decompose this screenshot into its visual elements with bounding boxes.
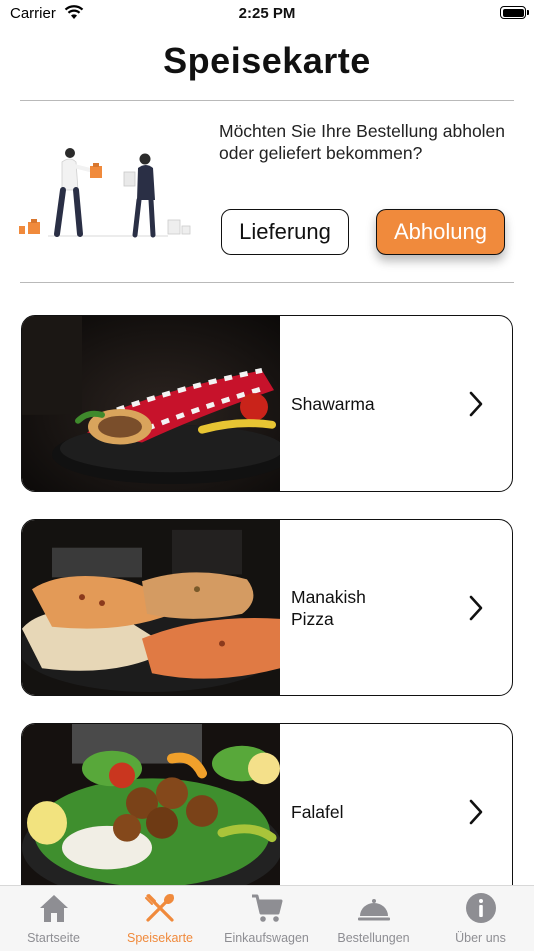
tab-label: Startseite [27,931,80,945]
delivery-button[interactable]: Lieferung [221,209,349,255]
menu-item-shawarma[interactable]: Shawarma [21,315,513,492]
status-bar: Carrier 2:25 PM [0,0,534,28]
battery-icon [500,6,529,19]
fork-spoon-icon [145,893,175,922]
tab-label: Über uns [455,931,506,945]
tab-bestellungen[interactable]: Bestellungen [320,886,427,951]
tab-label: Bestellungen [337,931,410,945]
tab-einkaufswagen[interactable]: Einkaufswagen [213,886,320,951]
house-icon [39,895,68,922]
chevron-right-icon [469,391,483,416]
chevron-right-icon [469,595,483,620]
manakish-photo [22,520,280,695]
cloche-icon [357,899,390,921]
tab-bar: Startseite Speisekarte Einkaufswagen Bes… [0,885,534,951]
cart-icon [251,894,282,922]
tab-label: Einkaufswagen [224,931,309,945]
delivery-question: Möchten Sie Ihre Bestellung abholen oder… [219,121,506,163]
info-icon [465,893,496,923]
menu-item-label: Manakish Pizza [291,586,366,629]
tab-speisekarte[interactable]: Speisekarte [107,886,213,951]
menu-item-falafel[interactable]: Falafel [21,723,513,900]
chevron-right-icon [469,799,483,824]
pickup-button[interactable]: Abholung [376,209,505,255]
delivery-illustration [19,148,191,238]
tab-startseite[interactable]: Startseite [0,886,107,951]
falafel-photo [22,724,280,899]
page-title: Speisekarte [163,40,371,81]
tab-label: Speisekarte [126,931,193,945]
divider [20,100,514,101]
tab-ueber-uns[interactable]: Über uns [427,886,534,951]
divider [20,282,514,283]
menu-item-label: Falafel [291,801,344,822]
menu-item-label: Shawarma [291,393,375,414]
shawarma-photo [22,316,280,491]
clock: 2:25 PM [238,5,296,22]
menu-item-manakish-pizza[interactable]: Manakish Pizza [21,519,513,696]
